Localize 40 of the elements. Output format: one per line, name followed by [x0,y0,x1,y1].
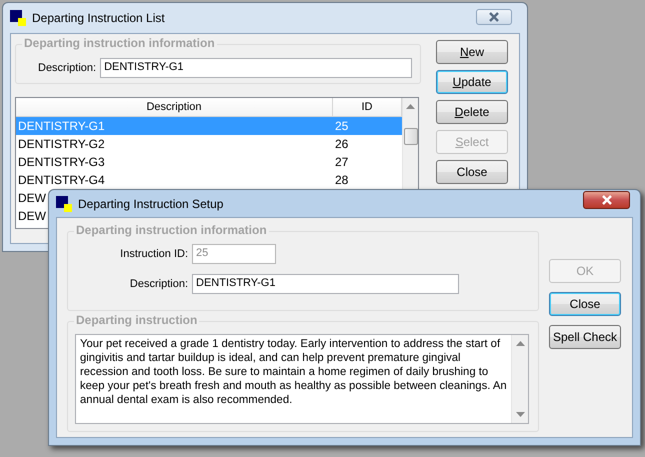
table-cell-text: DEW [17,208,47,225]
field-label: Description: [128,278,188,290]
close-icon [488,12,500,22]
dialog-button[interactable]: Close [549,292,621,316]
instruction-field[interactable] [75,334,529,424]
dialog-button[interactable]: Spell Check [549,325,621,349]
description-field[interactable]: DENTISTRY-G1 [192,274,459,294]
table-cell-text: 27 [334,154,350,171]
close-icon [600,195,612,205]
scroll-down-icon[interactable] [516,412,524,417]
group-legend: Departing instruction [74,313,200,327]
description-field[interactable]: DENTISTRY-G1 [100,58,412,78]
scroll-up-icon[interactable] [516,341,524,346]
dialog-button[interactable]: Update [436,70,508,94]
field-label: Description: [38,62,96,74]
dialog-button[interactable]: Close [436,160,508,184]
dialog-button[interactable]: New [436,40,508,64]
window-title: Departing Instruction List [32,11,165,25]
table-cell-text: 28 [334,172,350,189]
table-cell-text: DENTISTRY-G4 [17,172,106,189]
scroll-thumb[interactable] [404,128,418,145]
table-cell-text: 26 [334,136,350,153]
table-cell-text: DENTISTRY-G3 [17,154,106,171]
column-header[interactable]: Description [16,98,333,116]
field-label: Instruction ID: [119,248,188,260]
app-icon [10,10,26,26]
column-header[interactable]: ID [333,98,402,116]
instruction-text: Your pet received a grade 1 dentistry today. Early intervention to address the start of gingivitis and tartar buildup is ideal, and can help prevent premature gingival recession and tooth loss. Be sure to maintain a home regimen of daily brushing to keep your pet's breath fresh and mouth as healthy as possible between cleanings. An annual dental exam is also recommended. [79,337,508,408]
group-legend: Departing instruction information [74,223,269,237]
scroll-up-icon[interactable] [406,104,415,109]
table-cell-text: DEW [17,190,47,207]
window-title: Departing Instruction Setup [78,196,224,210]
group-legend: Departing instruction information [22,36,217,50]
app-icon [56,196,72,212]
table-cell-text: DENTISTRY-G1 [17,118,106,135]
close-button[interactable] [583,191,630,209]
scrollbar[interactable] [511,335,528,423]
table-cell-text: 25 [334,118,350,135]
table-cell-text: DENTISTRY-G2 [17,136,106,153]
dialog-button[interactable]: Delete [436,100,508,124]
